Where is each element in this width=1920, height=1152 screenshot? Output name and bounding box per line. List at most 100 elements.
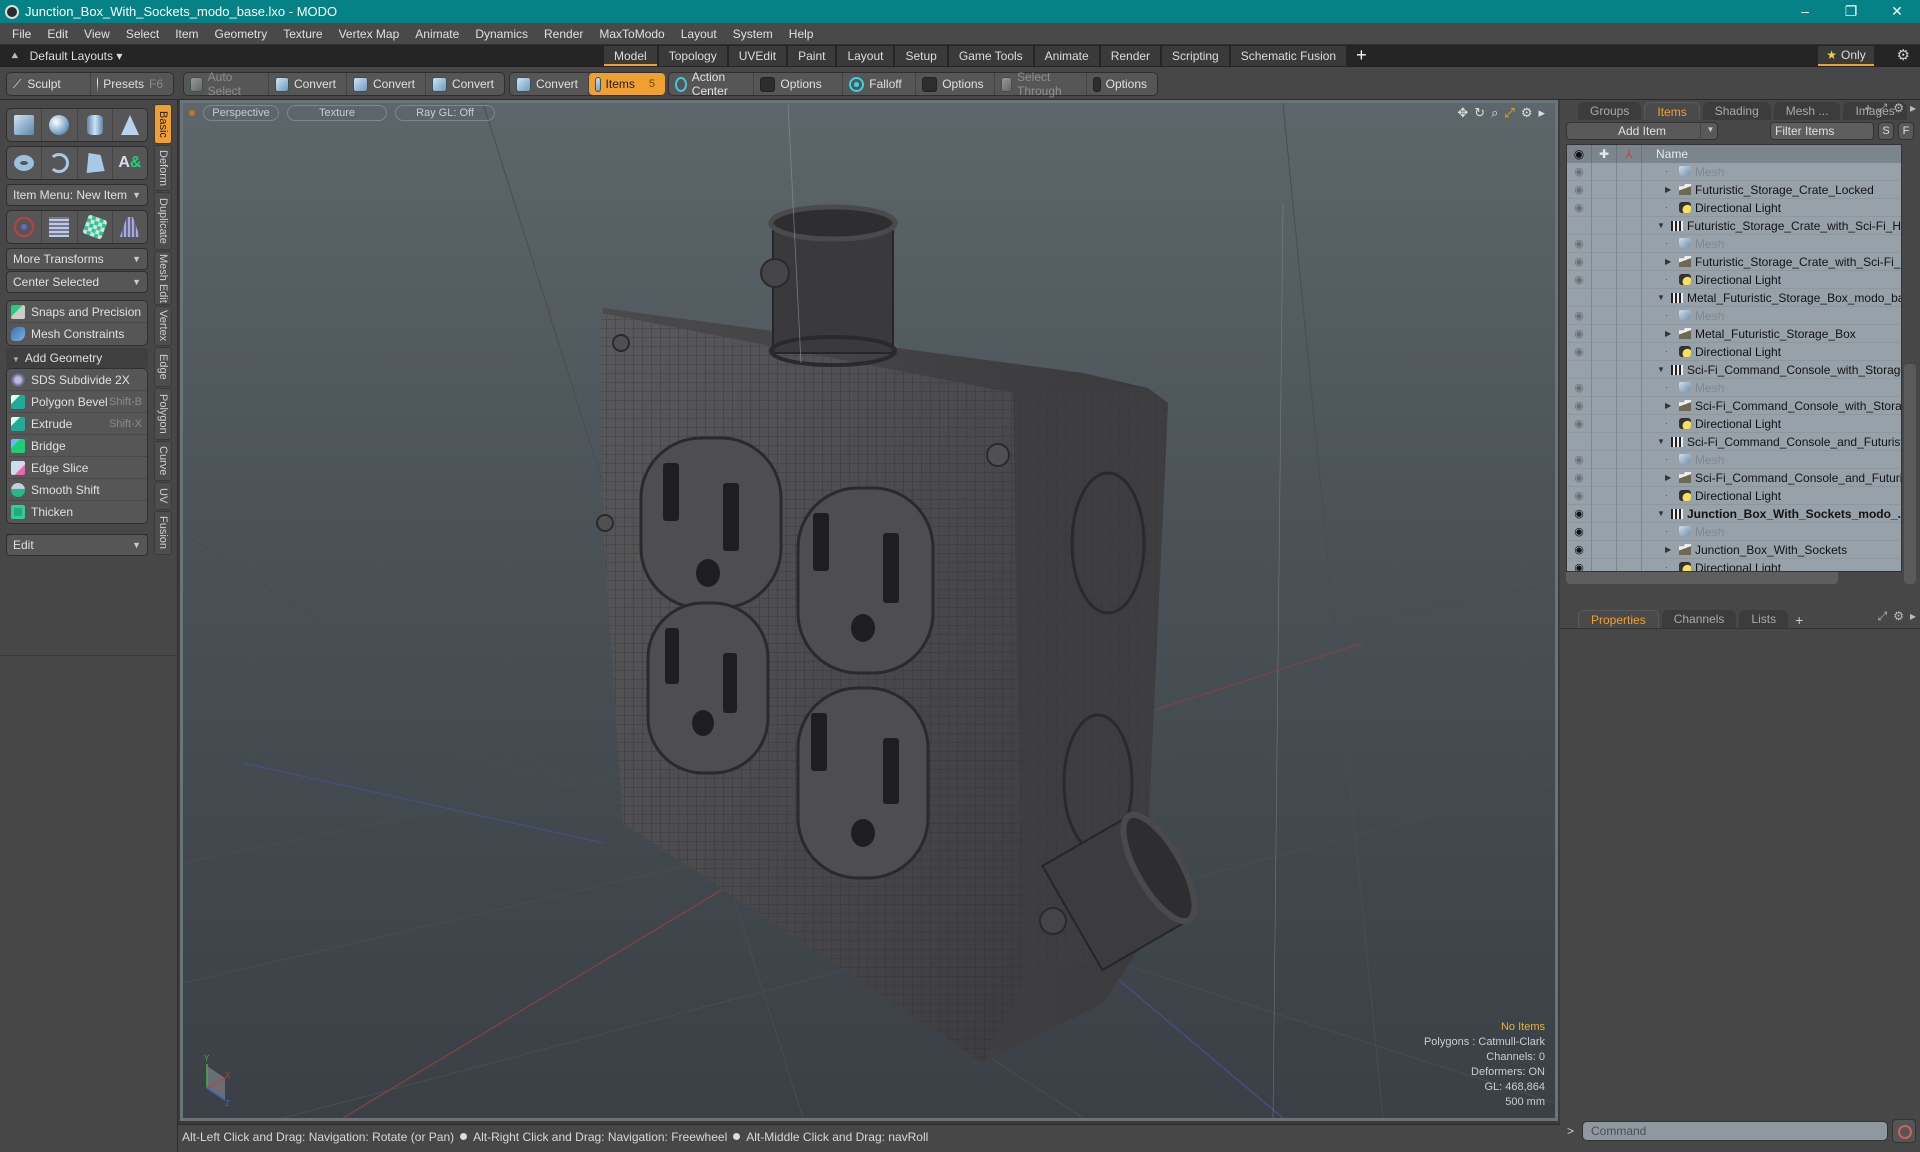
mesh-constraints-button[interactable]: Mesh Constraints bbox=[7, 323, 147, 345]
snaps-and-precision-button[interactable]: Snaps and Precision bbox=[7, 301, 147, 323]
lock-cell[interactable] bbox=[1592, 216, 1617, 235]
visibility-eye-icon[interactable]: ◉ bbox=[1567, 504, 1592, 523]
lock-cell[interactable] bbox=[1592, 432, 1617, 451]
axis-cell[interactable] bbox=[1617, 342, 1642, 361]
lock-cell[interactable] bbox=[1592, 504, 1617, 523]
axis-cell[interactable] bbox=[1617, 360, 1642, 379]
visibility-eye-icon[interactable] bbox=[1567, 432, 1592, 451]
expand-arrow-icon[interactable]: ▶ bbox=[1665, 473, 1673, 482]
item-label[interactable]: · Mesh bbox=[1665, 381, 1724, 395]
item-label[interactable]: ▶ Junction_Box_With_Sockets bbox=[1665, 543, 1847, 557]
lock-cell[interactable] bbox=[1592, 378, 1617, 397]
axis-cell[interactable] bbox=[1617, 288, 1642, 307]
center-selected-dropdown[interactable]: Center Selected ▼ bbox=[6, 271, 148, 293]
rotate-icon[interactable]: ↻ bbox=[1474, 105, 1485, 121]
item-row[interactable]: ▼ Sci-Fi_Command_Console_and_Futuristic_ … bbox=[1567, 432, 1901, 451]
lattice-tool[interactable] bbox=[42, 211, 78, 243]
more-transforms-dropdown[interactable]: More Transforms ▼ bbox=[6, 248, 148, 270]
smooth-shift-button[interactable]: Smooth Shift bbox=[7, 479, 147, 501]
item-label[interactable]: · Directional Light bbox=[1665, 561, 1781, 571]
raygl-toggle[interactable]: Ray GL: Off bbox=[395, 105, 495, 121]
item-label[interactable]: · Mesh bbox=[1665, 165, 1724, 179]
tab-render[interactable]: Render bbox=[1100, 46, 1161, 66]
tab-items[interactable]: Items bbox=[1644, 102, 1700, 120]
visibility-eye-icon[interactable]: ◉ bbox=[1567, 450, 1592, 469]
add-item-dropdown-icon[interactable]: ▼ bbox=[1700, 122, 1720, 140]
action-center-button[interactable]: Action Center bbox=[669, 70, 755, 98]
axis-cell[interactable] bbox=[1617, 540, 1642, 559]
junction-box-model[interactable] bbox=[596, 204, 1208, 1063]
polygon-bevel-button[interactable]: Polygon Bevel Shift-B bbox=[7, 391, 147, 413]
lock-cell[interactable] bbox=[1592, 252, 1617, 271]
vtab-vertex[interactable]: Vertex bbox=[154, 306, 172, 346]
item-label[interactable]: ▼ Junction_Box_With_Sockets_modo_... bbox=[1657, 507, 1901, 521]
visibility-eye-icon[interactable]: ◉ bbox=[1567, 234, 1592, 253]
menu-help[interactable]: Help bbox=[781, 27, 822, 41]
text-tool[interactable]: A& bbox=[113, 147, 147, 179]
lock-cell[interactable] bbox=[1592, 306, 1617, 325]
axis-cell[interactable] bbox=[1617, 396, 1642, 415]
expand-arrow-icon[interactable]: ▶ bbox=[1665, 401, 1673, 410]
expand-arrow-icon[interactable]: ▸ bbox=[1538, 105, 1545, 121]
visibility-column-eye-icon[interactable]: ◉ bbox=[1567, 145, 1592, 163]
axis-cell[interactable] bbox=[1617, 522, 1642, 541]
tab-channels[interactable]: Channels bbox=[1661, 610, 1737, 628]
item-row[interactable]: ◉ · Mesh bbox=[1567, 450, 1901, 469]
zoom-icon[interactable]: ⌕ bbox=[1491, 105, 1498, 121]
item-row[interactable]: ◉ ▶ Futuristic_Storage_Crate_Locked bbox=[1567, 180, 1901, 199]
collapse-arrow-icon[interactable]: ▼ bbox=[1657, 365, 1665, 374]
lock-cell[interactable] bbox=[1592, 414, 1617, 433]
item-label[interactable]: ▼ Futuristic_Storage_Crate_with_Sci-Fi_He… bbox=[1657, 219, 1901, 233]
item-label[interactable]: · Directional Light bbox=[1665, 489, 1781, 503]
convert-edges-button[interactable]: Convert bbox=[347, 73, 426, 95]
falloff-options-button[interactable]: Options bbox=[916, 73, 995, 95]
convert-vertices-button[interactable]: Convert bbox=[269, 73, 347, 95]
item-row[interactable]: ◉ · Mesh bbox=[1567, 162, 1901, 181]
cylinder-tool[interactable] bbox=[78, 109, 113, 141]
item-label[interactable]: ▶ Sci-Fi_Command_Console_and_Futuristi ..… bbox=[1665, 471, 1901, 485]
axis-cell[interactable] bbox=[1617, 162, 1642, 181]
vtab-mesh-edit[interactable]: Mesh Edit bbox=[154, 251, 172, 305]
tab-properties[interactable]: Properties bbox=[1578, 610, 1659, 628]
extrude-button[interactable]: Extrude Shift-X bbox=[7, 413, 147, 435]
item-label[interactable]: · Directional Light bbox=[1665, 345, 1781, 359]
torus-tool[interactable] bbox=[7, 147, 43, 179]
cone-tool[interactable] bbox=[113, 109, 147, 141]
pen-tool[interactable] bbox=[78, 147, 113, 179]
lock-cell[interactable] bbox=[1592, 522, 1617, 541]
add-layout-tab-button[interactable]: + bbox=[1348, 45, 1375, 67]
vtab-edge[interactable]: Edge bbox=[154, 347, 172, 387]
axis-cell[interactable] bbox=[1617, 234, 1642, 253]
menu-texture[interactable]: Texture bbox=[275, 27, 330, 41]
visibility-eye-icon[interactable]: ◉ bbox=[1567, 198, 1592, 217]
lock-cell[interactable] bbox=[1592, 180, 1617, 199]
visibility-eye-icon[interactable]: ◉ bbox=[1567, 558, 1592, 571]
axis-cell[interactable] bbox=[1617, 414, 1642, 433]
shading-mode-dropdown[interactable]: Texture bbox=[287, 105, 387, 121]
maximize-button[interactable]: ❐ bbox=[1828, 0, 1874, 23]
tab-animate[interactable]: Animate bbox=[1034, 46, 1099, 66]
select-through-options-button[interactable]: Options bbox=[1087, 73, 1157, 95]
maximize-viewport-icon[interactable]: ⤢ bbox=[1504, 105, 1514, 121]
presets-button[interactable]: Presets F6 bbox=[91, 73, 173, 95]
tab-mesh[interactable]: Mesh ... bbox=[1773, 102, 1841, 120]
item-label[interactable]: · Mesh bbox=[1665, 525, 1724, 539]
item-menu-dropdown[interactable]: Item Menu: New Item ▼ bbox=[6, 184, 148, 206]
item-label[interactable]: ▼ Sci-Fi_Command_Console_with_Storage_C .… bbox=[1657, 363, 1901, 377]
item-label[interactable]: · Directional Light bbox=[1665, 201, 1781, 215]
minimize-button[interactable]: – bbox=[1782, 0, 1828, 23]
item-label[interactable]: · Directional Light bbox=[1665, 273, 1781, 287]
visibility-eye-icon[interactable]: ◉ bbox=[1567, 522, 1592, 541]
item-row[interactable]: ▼ Metal_Futuristic_Storage_Box_modo_base … bbox=[1567, 288, 1901, 307]
lock-cell[interactable] bbox=[1592, 288, 1617, 307]
cube-tool[interactable] bbox=[7, 109, 43, 141]
item-label[interactable]: ▶ Metal_Futuristic_Storage_Box bbox=[1665, 327, 1856, 341]
only-button[interactable]: ★ Only bbox=[1818, 46, 1874, 66]
tab-lists[interactable]: Lists bbox=[1739, 610, 1789, 628]
item-row[interactable]: ◉ ▶ Sci-Fi_Command_Console_and_Futuristi .… bbox=[1567, 468, 1901, 487]
edit-dropdown[interactable]: Edit ▼ bbox=[6, 534, 148, 556]
axis-cell[interactable] bbox=[1617, 378, 1642, 397]
convert-polygons-button[interactable]: Convert bbox=[426, 73, 504, 95]
axis-cell[interactable] bbox=[1617, 270, 1642, 289]
axis-cell[interactable] bbox=[1617, 216, 1642, 235]
